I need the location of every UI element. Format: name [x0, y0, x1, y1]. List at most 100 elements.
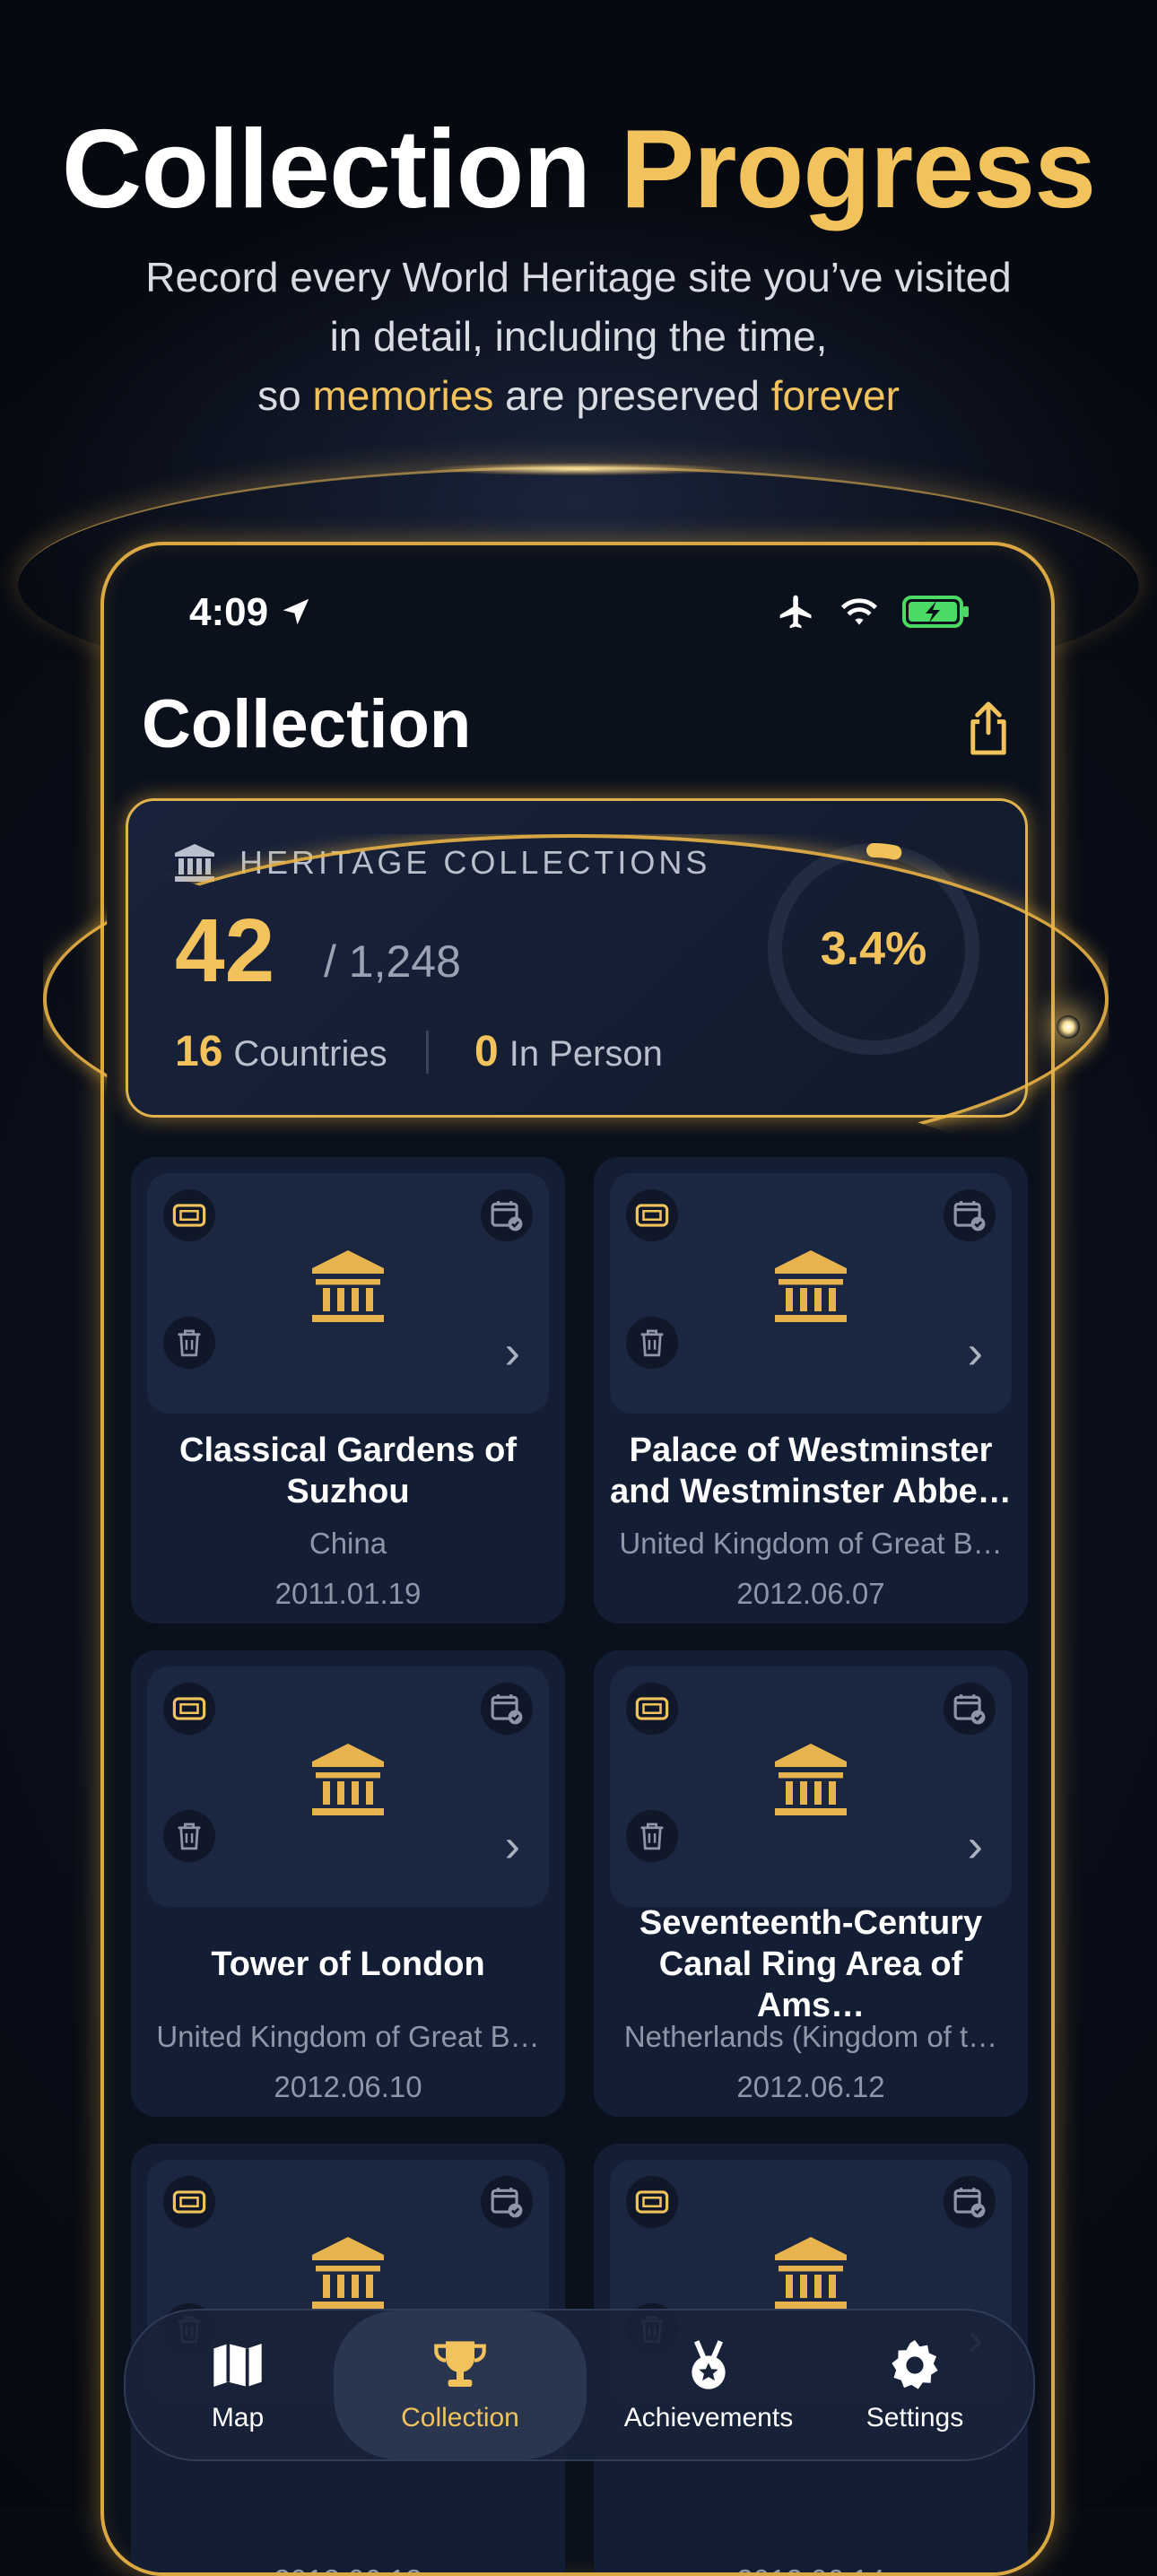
hero-sub-line1: Record every World Heritage site you’ve … [145, 254, 1012, 300]
site-name-text: Tower of London [211, 1945, 485, 1983]
hero-sub-line3: so memories are preserved forever [0, 366, 1157, 425]
ticket-icon[interactable] [163, 1189, 215, 1241]
site-name: Classical Gardens of Suzhou [144, 1426, 552, 1516]
calendar-check-icon[interactable] [481, 2176, 533, 2228]
collected-count: 42 [175, 901, 275, 1001]
heritage-temple-icon [305, 2230, 391, 2320]
tab-collection[interactable]: Collection [334, 2311, 587, 2459]
share-icon[interactable] [961, 700, 1015, 757]
hero-subtitle: Record every World Heritage site you’ve … [0, 248, 1157, 425]
countries-stat: 16 Countries [175, 1027, 387, 1076]
hero-sub-memories: memories [312, 372, 494, 419]
hero-sub-text-a: so [257, 372, 313, 419]
site-card[interactable]: › Seventeenth-Century Canal Ring Area of… [594, 1650, 1028, 2117]
tab-achievements[interactable]: Achievements [601, 2311, 816, 2459]
heritage-summary-card[interactable]: HERITAGE COLLECTIONS 42 / 1,248 16 Countr… [126, 798, 1028, 1118]
site-card[interactable]: › Classical Gardens of Suzhou China 2011… [131, 1157, 565, 1623]
site-date: 2012.06.14 [606, 2563, 1015, 2572]
calendar-check-icon[interactable] [481, 1189, 533, 1241]
site-card[interactable]: › Tower of London United Kingdom of Grea… [131, 1650, 565, 2117]
ticket-icon[interactable] [163, 1683, 215, 1735]
stat-divider [426, 1031, 429, 1074]
hero-title-gold: Progress [620, 108, 1097, 231]
site-name-text: Seventeenth-Century Canal Ring Area of A… [639, 1904, 983, 2024]
site-country: China [309, 1527, 387, 1560]
hero-title: Collection Progress [0, 106, 1157, 233]
chevron-right-icon[interactable]: › [968, 1819, 983, 1873]
status-time-text: 4:09 [189, 590, 269, 634]
progress-percent: 3.4% [820, 923, 927, 975]
museum-icon [175, 844, 214, 882]
tab-settings-label: Settings [866, 2403, 964, 2432]
calendar-check-icon[interactable] [481, 1683, 533, 1735]
glow-spark [1057, 1015, 1080, 1039]
calendar-check-icon[interactable] [944, 1683, 996, 1735]
site-country: United Kingdom of Great B… [619, 1527, 1003, 1560]
site-thumbnail: › [147, 1173, 549, 1414]
site-card[interactable]: › Palace of Westminster and Westminster … [594, 1157, 1028, 1623]
ticket-icon[interactable] [626, 1683, 678, 1735]
trophy-icon [434, 2341, 486, 2387]
site-date: 2012.06.12 [736, 2070, 885, 2103]
heritage-temple-icon [768, 1243, 854, 1334]
in-person-value: 0 [474, 1028, 499, 1075]
hero-sub-line2: in detail, including the time, [329, 313, 828, 360]
trash-icon[interactable] [626, 1810, 678, 1862]
heritage-temple-icon [305, 1243, 391, 1334]
ticket-icon[interactable] [626, 2176, 678, 2228]
tab-settings[interactable]: Settings [825, 2311, 1005, 2459]
trash-icon[interactable] [163, 1317, 215, 1369]
phone-frame: 4:09 Collection HERITAGE COLLECTIONS 42 … [100, 542, 1055, 2576]
site-name-text: Classical Gardens of Suzhou [179, 1432, 517, 1510]
summary-label: HERITAGE COLLECTIONS [239, 844, 711, 881]
site-name: Tower of London [144, 1919, 552, 2009]
gear-icon [892, 2340, 938, 2389]
site-date: 2012.06.10 [274, 2070, 422, 2103]
ticket-icon[interactable] [163, 2176, 215, 2228]
trash-icon[interactable] [163, 1810, 215, 1862]
page-title: Collection [142, 686, 472, 762]
medal-icon [692, 2340, 726, 2389]
glow-arc-highlight [431, 463, 726, 475]
tab-map[interactable]: Map [161, 2311, 314, 2459]
tab-bar: Map Collection Achievements Settings [124, 2309, 1035, 2461]
heritage-temple-icon [305, 1736, 391, 1827]
wifi-icon [840, 598, 878, 625]
site-country: United Kingdom of Great B… [156, 2020, 540, 2053]
site-name-text: Palace of Westminster and Westminster Ab… [610, 1432, 1012, 1510]
site-date: 2012.06.07 [736, 1577, 885, 1610]
in-person-label: In Person [509, 1034, 663, 1074]
chevron-right-icon[interactable]: › [505, 1326, 520, 1379]
hero-title-white: Collection [61, 108, 591, 231]
status-bar: 4:09 [104, 583, 1051, 637]
calendar-check-icon[interactable] [944, 2176, 996, 2228]
countries-value: 16 [175, 1028, 223, 1075]
airplane-icon [779, 595, 812, 629]
countries-label: Countries [233, 1034, 387, 1074]
tab-map-label: Map [211, 2403, 265, 2432]
chevron-right-icon[interactable]: › [968, 1326, 983, 1379]
site-name: Palace of Westminster and Westminster Ab… [606, 1426, 1015, 1516]
location-arrow-icon [283, 598, 309, 625]
hero-sub-text-b: are preserved [493, 372, 771, 419]
calendar-check-icon[interactable] [944, 1189, 996, 1241]
site-country: Netherlands (Kingdom of t… [623, 2020, 998, 2053]
total-count: / 1,248 [324, 936, 461, 987]
status-time: 4:09 [189, 590, 313, 635]
site-name: Seventeenth-Century Canal Ring Area of A… [606, 1904, 1015, 2024]
site-thumbnail: › [610, 1667, 1012, 1907]
heritage-temple-icon [768, 1736, 854, 1827]
hero-sub-forever: forever [770, 372, 900, 419]
tab-achievements-label: Achievements [623, 2403, 794, 2432]
battery-charging-icon [902, 596, 969, 628]
status-icons [777, 592, 970, 631]
chevron-right-icon[interactable]: › [505, 1819, 520, 1873]
site-thumbnail: › [147, 1667, 549, 1907]
site-date: 2012.06.13 [144, 2563, 552, 2572]
map-icon [213, 2344, 262, 2387]
tab-collection-label: Collection [401, 2403, 519, 2432]
in-person-stat: 0 In Person [474, 1027, 663, 1076]
ticket-icon[interactable] [626, 1189, 678, 1241]
trash-icon[interactable] [626, 1317, 678, 1369]
site-date: 2011.01.19 [274, 1577, 422, 1610]
